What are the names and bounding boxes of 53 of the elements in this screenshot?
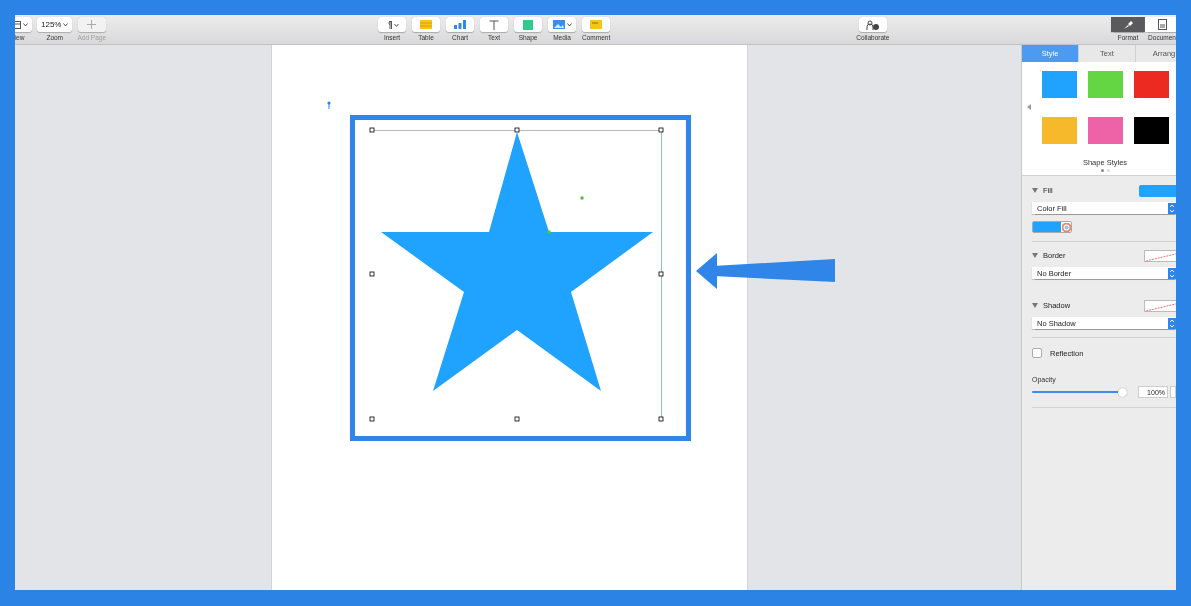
previous-arrow-icon[interactable] — [1027, 104, 1031, 110]
paragraph-icon — [385, 20, 400, 29]
slider-thumb[interactable] — [1118, 387, 1128, 397]
plus-icon — [87, 20, 97, 29]
style-swatch[interactable] — [1087, 71, 1123, 98]
square-icon — [523, 19, 534, 30]
color-picker-button[interactable] — [1032, 221, 1072, 233]
stepper[interactable] — [1170, 386, 1176, 398]
disclosure-icon[interactable] — [1032, 253, 1038, 258]
text-cursor-icon — [327, 101, 331, 110]
caret-icon — [63, 22, 69, 27]
control-point[interactable] — [547, 230, 551, 234]
style-swatch[interactable] — [1133, 117, 1169, 144]
stepper-icon — [1168, 202, 1176, 214]
toolbar-button[interactable] — [446, 17, 475, 32]
resize-handle[interactable] — [658, 127, 664, 133]
text-icon — [489, 19, 500, 30]
control-point[interactable] — [580, 196, 584, 200]
style-swatch[interactable] — [1087, 117, 1123, 144]
reflection-checkbox[interactable] — [1032, 348, 1042, 358]
image-icon — [552, 20, 565, 29]
resize-handle[interactable] — [658, 416, 664, 422]
collaborate-button[interactable] — [858, 17, 887, 32]
disclosure-icon[interactable] — [1032, 303, 1038, 308]
toolbar-button[interactable] — [548, 17, 577, 32]
stepper-icon — [1168, 267, 1176, 279]
comment-icon — [590, 20, 603, 29]
color-wheel-icon — [1062, 222, 1071, 232]
resize-handle[interactable] — [514, 416, 520, 422]
people-icon — [865, 19, 880, 30]
no-color-well[interactable] — [1144, 249, 1176, 262]
style-swatch[interactable] — [1041, 71, 1077, 98]
style-swatch[interactable] — [1133, 71, 1169, 98]
resize-handle[interactable] — [369, 416, 375, 422]
star-shape[interactable] — [381, 132, 653, 391]
disclosure-icon[interactable] — [1032, 188, 1038, 193]
resize-handle[interactable] — [658, 271, 664, 277]
resize-handle[interactable] — [369, 271, 375, 277]
resize-handle[interactable] — [369, 127, 375, 133]
toolbar-button[interactable] — [1145, 17, 1176, 32]
caret-icon — [23, 22, 28, 27]
toolbar-button[interactable]: 125% — [37, 17, 73, 32]
no-color-well[interactable] — [1144, 299, 1176, 312]
page-dot[interactable] — [1100, 169, 1104, 172]
toolbar-button[interactable] — [378, 17, 407, 32]
color-well[interactable] — [1139, 184, 1176, 197]
table-icon — [420, 20, 433, 29]
stepper-icon — [1168, 317, 1176, 329]
style-swatch[interactable] — [1041, 117, 1077, 144]
toolbar-button[interactable] — [1111, 17, 1145, 32]
document-icon — [1157, 19, 1167, 30]
caret-icon — [566, 22, 572, 27]
bar-chart-icon — [454, 20, 467, 29]
